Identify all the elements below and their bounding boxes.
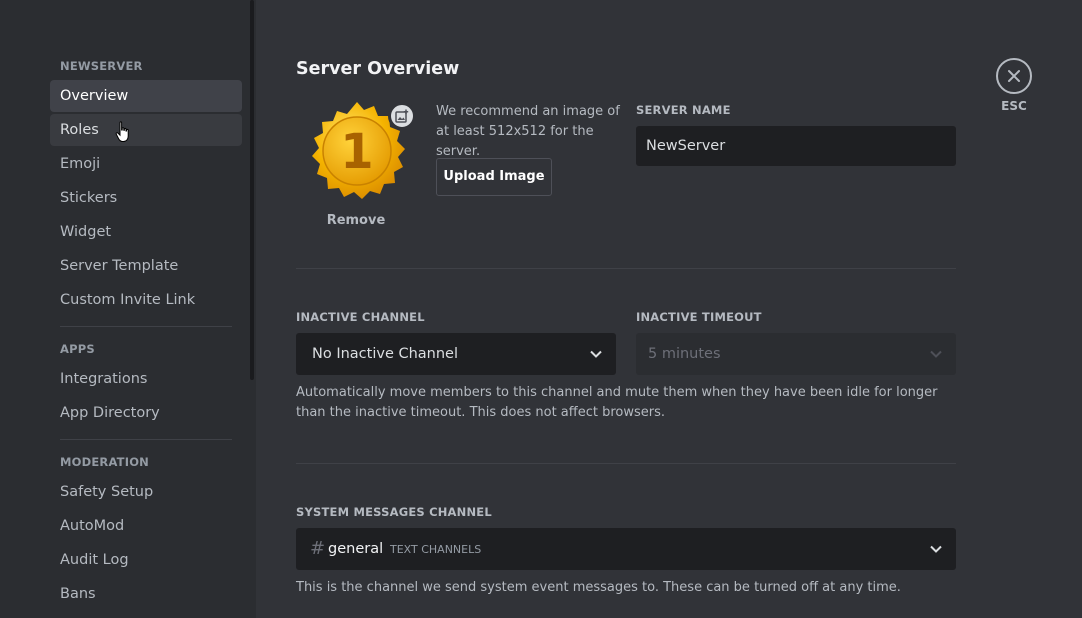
upload-image-button[interactable]: Upload Image — [436, 158, 552, 196]
system-messages-label: SYSTEM MESSAGES CHANNEL — [296, 505, 492, 519]
server-name-label: SERVER NAME — [636, 103, 731, 117]
sidebar-item-roles[interactable]: Roles — [50, 114, 242, 146]
page-title: Server Overview — [296, 59, 460, 79]
sidebar-item-stickers[interactable]: Stickers — [50, 182, 242, 214]
system-channel-select[interactable]: # general TEXT CHANNELS — [296, 528, 956, 570]
sidebar-item-custom-invite-link[interactable]: Custom Invite Link — [50, 284, 242, 316]
sidebar-scrollbar[interactable] — [250, 0, 254, 380]
section-divider — [296, 268, 956, 269]
chevron-down-icon — [590, 350, 602, 358]
system-channel-category: TEXT CHANNELS — [390, 543, 482, 556]
server-name-input[interactable]: NewServer — [636, 126, 956, 166]
hand-cursor-icon — [115, 121, 129, 142]
sidebar-item-widget[interactable]: Widget — [50, 216, 242, 248]
inactive-timeout-label: INACTIVE TIMEOUT — [636, 310, 762, 324]
close-button[interactable] — [996, 58, 1032, 94]
hashtag-icon: # — [310, 538, 326, 559]
sidebar-item-automod[interactable]: AutoMod — [50, 510, 242, 542]
inactive-timeout-value: 5 minutes — [648, 346, 721, 362]
server-overview-panel: Server Overview 1 Remove We recommend an… — [256, 0, 1082, 618]
close-settings[interactable]: ESC — [996, 58, 1032, 118]
system-channel-name: general — [328, 541, 384, 557]
section-divider — [296, 463, 956, 464]
inactive-help-text: Automatically move members to this chann… — [296, 385, 938, 420]
esc-label: ESC — [1001, 99, 1027, 113]
sidebar-item-app-directory[interactable]: App Directory — [50, 397, 242, 429]
system-help-text: This is the channel we send system event… — [296, 580, 901, 595]
settings-sidebar: NEWSERVER Overview Roles Emoji Stickers … — [0, 0, 256, 618]
apps-section-header: APPS — [60, 342, 95, 356]
inactive-channel-label: INACTIVE CHANNEL — [296, 310, 425, 324]
sidebar-item-emoji[interactable]: Emoji — [50, 148, 242, 180]
moderation-section-header: MODERATION — [60, 455, 150, 469]
server-section-header: NEWSERVER — [60, 59, 143, 73]
sidebar-item-server-template[interactable]: Server Template — [50, 250, 242, 282]
sidebar-divider — [60, 439, 232, 440]
badge-number: 1 — [340, 124, 373, 180]
add-image-icon[interactable] — [388, 102, 416, 130]
sidebar-item-audit-log[interactable]: Audit Log — [50, 544, 242, 576]
remove-icon-link[interactable]: Remove — [316, 213, 396, 228]
sidebar-item-integrations[interactable]: Integrations — [50, 363, 242, 395]
inactive-timeout-select: 5 minutes — [636, 333, 956, 375]
image-recommendation: We recommend an image of at least 512x51… — [436, 104, 620, 159]
inactive-channel-value: No Inactive Channel — [312, 346, 459, 362]
chevron-down-icon — [930, 350, 942, 358]
close-icon — [1008, 70, 1020, 82]
sidebar-item-bans[interactable]: Bans — [50, 578, 242, 610]
sidebar-item-safety-setup[interactable]: Safety Setup — [50, 476, 242, 508]
chevron-down-icon — [930, 545, 942, 553]
inactive-channel-select[interactable]: No Inactive Channel — [296, 333, 616, 375]
sidebar-item-overview[interactable]: Overview — [50, 80, 242, 112]
sidebar-divider — [60, 326, 232, 327]
